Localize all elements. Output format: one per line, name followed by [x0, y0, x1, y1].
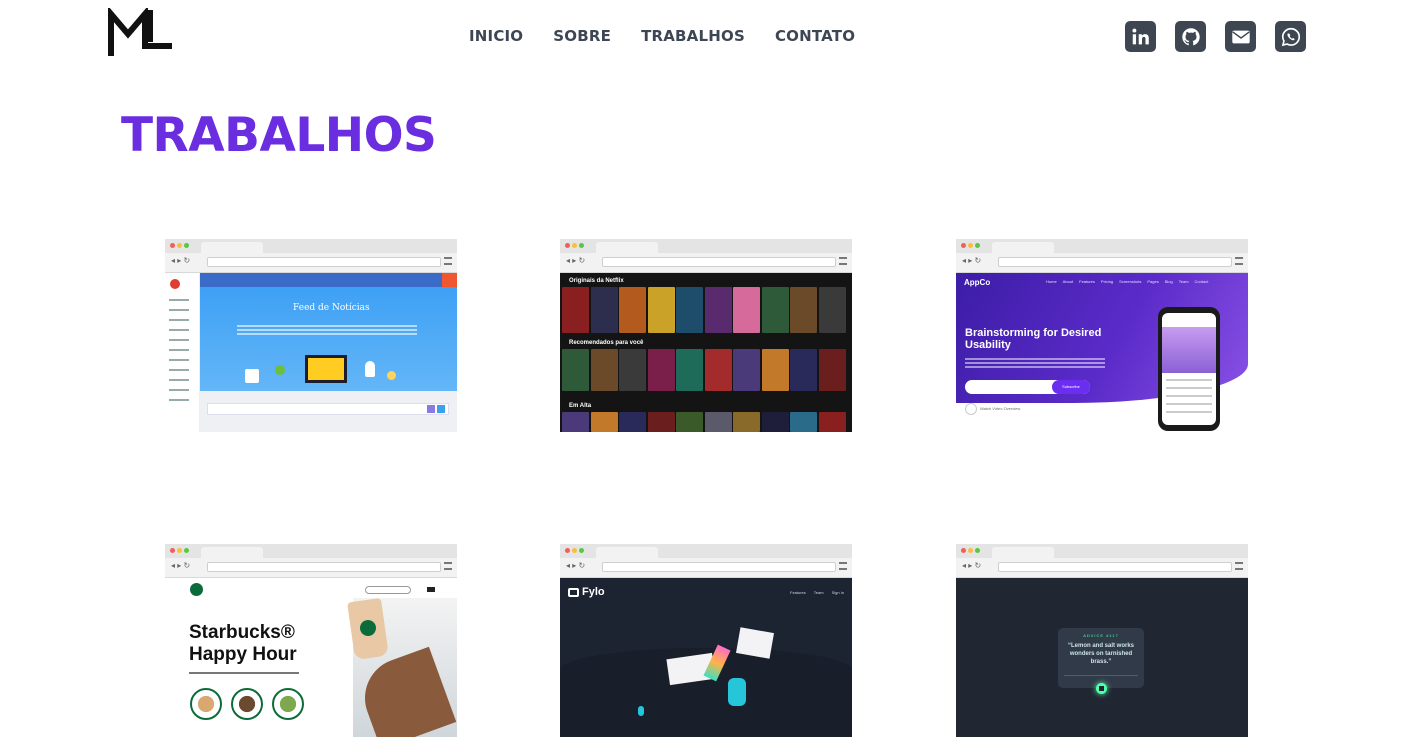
poster-thumbnail	[790, 287, 817, 333]
main-nav: INICIO SOBRE TRABALHOS CONTATO	[469, 27, 885, 45]
poster-thumbnail	[761, 349, 789, 391]
project-screenshot: Fylo Features Team Sign In	[560, 578, 852, 737]
project-card-fylo-landing[interactable]: ◂ ▸ ↻ Fylo Features Team Sign In	[560, 544, 852, 737]
project-card-advice-generator[interactable]: ◂ ▸ ↻ ADVICE #117 “Lemon and salt works …	[956, 544, 1248, 737]
poster-thumbnail	[676, 349, 703, 391]
advice-label: ADVICE #117	[1083, 633, 1119, 638]
envelope-icon[interactable]	[1225, 21, 1256, 52]
project-screenshot: AppCo Home About Features Pricing Screenshot…	[956, 273, 1248, 432]
poster-thumbnail	[704, 349, 732, 391]
appco-menu-item: Team	[1178, 279, 1189, 284]
brand-logo[interactable]	[108, 5, 174, 58]
browser-chrome: ◂ ▸ ↻	[956, 544, 1248, 578]
poster-thumbnail	[733, 412, 760, 432]
github-icon[interactable]	[1175, 21, 1206, 52]
poster-thumbnail	[733, 349, 760, 391]
poster-thumbnail	[562, 349, 589, 391]
nav-link-inicio[interactable]: INICIO	[469, 27, 523, 45]
project-card-netflix-clone[interactable]: ◂ ▸ ↻ Originais da Netflix Recomendados …	[560, 239, 852, 432]
netflix-row-label: Originais da Netflix	[569, 278, 624, 284]
poster-thumbnail	[818, 287, 846, 333]
fylo-menu-item: Team	[813, 590, 824, 595]
nav-link-trabalhos[interactable]: TRABALHOS	[641, 27, 745, 45]
appco-video-label: Watch Video Overview	[980, 406, 1021, 411]
starbucks-headline-1: Starbucks®	[189, 622, 295, 643]
poster-thumbnail	[761, 412, 789, 432]
netflix-row-label: Em Alta	[569, 403, 592, 409]
appco-menu-item: Blog	[1164, 279, 1173, 284]
poster-thumbnail	[562, 287, 589, 333]
appco-menu-item: Features	[1079, 279, 1095, 284]
project-card-facebook-clone[interactable]: ◂ ▸ ↻ Feed de Notícias	[165, 239, 457, 432]
poster-thumbnail	[818, 349, 846, 391]
whatsapp-icon[interactable]	[1275, 21, 1306, 52]
starbucks-headline-2: Happy Hour	[189, 644, 297, 665]
poster-thumbnail	[761, 287, 789, 333]
project-screenshot: Starbucks® Happy Hour	[165, 578, 457, 737]
section-title: TRABALHOS	[121, 108, 437, 163]
poster-thumbnail	[647, 412, 675, 432]
poster-thumbnail	[676, 287, 703, 333]
nav-link-contato[interactable]: CONTATO	[775, 27, 855, 45]
appco-menu-item: Home	[1046, 279, 1057, 284]
poster-thumbnail	[647, 287, 675, 333]
project-screenshot: ADVICE #117 “Lemon and salt works wonder…	[956, 578, 1248, 737]
poster-thumbnail	[704, 412, 732, 432]
poster-thumbnail	[619, 349, 646, 391]
poster-thumbnail	[818, 412, 846, 432]
poster-thumbnail	[590, 349, 618, 391]
netflix-row-label: Recomendados para você	[569, 340, 644, 346]
advice-quote: “Lemon and salt works wonders on tarnish…	[1067, 643, 1134, 665]
browser-chrome: ◂ ▸ ↻	[956, 239, 1248, 273]
poster-thumbnail	[790, 349, 817, 391]
poster-thumbnail	[619, 412, 646, 432]
poster-thumbnail	[590, 412, 618, 432]
feed-heading: Feed de Notícias	[293, 303, 370, 313]
browser-chrome: ◂ ▸ ↻	[560, 544, 852, 578]
poster-thumbnail	[733, 287, 760, 333]
appco-subscribe-button: Subscribe	[1052, 380, 1090, 394]
fylo-brand: Fylo	[582, 586, 605, 598]
project-card-appco-landing[interactable]: ◂ ▸ ↻ AppCo Home About Features Pricing Scre…	[956, 239, 1248, 432]
poster-thumbnail	[562, 412, 589, 432]
browser-chrome: ◂ ▸ ↻	[560, 239, 852, 273]
browser-chrome: ◂ ▸ ↻	[165, 239, 457, 273]
poster-thumbnail	[676, 412, 703, 432]
project-card-starbucks-landing[interactable]: ◂ ▸ ↻ Starbucks® Happy Hour	[165, 544, 457, 737]
nav-link-sobre[interactable]: SOBRE	[553, 27, 611, 45]
appco-menu-item: Screenshots	[1119, 279, 1142, 284]
project-screenshot: Feed de Notícias	[165, 273, 457, 432]
appco-menu-item: Pages	[1147, 279, 1159, 284]
appco-headline: Brainstorming for Desired Usability	[965, 327, 1102, 351]
fylo-menu-item: Sign In	[831, 590, 845, 595]
project-screenshot: Originais da Netflix Recomendados para v…	[560, 273, 852, 432]
poster-thumbnail	[704, 287, 732, 333]
appco-brand: AppCo	[964, 278, 991, 287]
poster-thumbnail	[619, 287, 646, 333]
poster-thumbnail	[590, 287, 618, 333]
navbar: INICIO SOBRE TRABALHOS CONTATO	[0, 0, 1413, 75]
poster-thumbnail	[790, 412, 817, 432]
browser-chrome: ◂ ▸ ↻	[165, 544, 457, 578]
fylo-menu-item: Features	[790, 590, 806, 595]
appco-menu-item: About	[1062, 279, 1074, 284]
poster-thumbnail	[647, 349, 675, 391]
linkedin-icon[interactable]	[1125, 21, 1156, 52]
appco-menu-item: Contact	[1194, 279, 1209, 284]
appco-menu-item: Pricing	[1100, 279, 1114, 284]
